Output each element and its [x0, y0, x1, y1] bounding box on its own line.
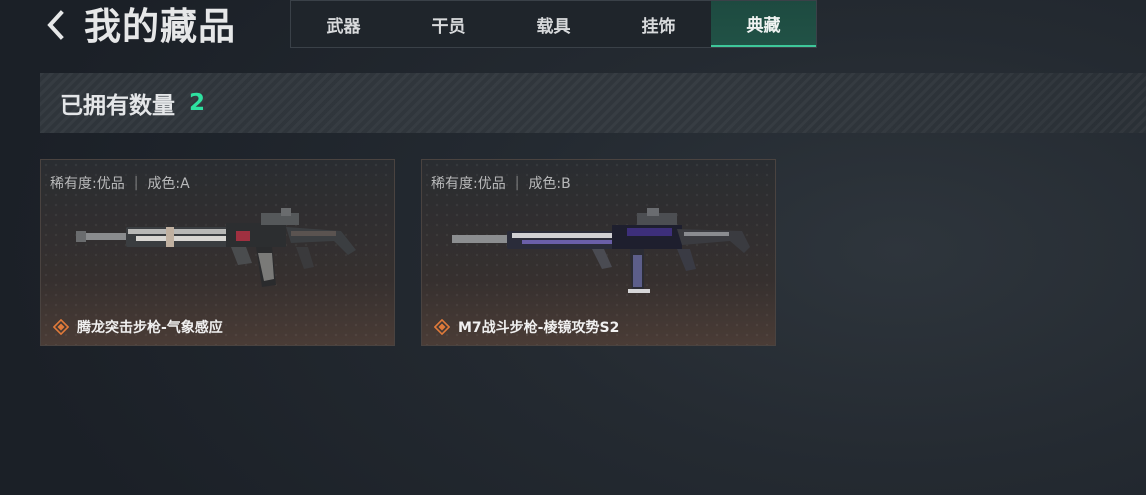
tab-charms[interactable]: 挂饰 — [606, 1, 711, 47]
tab-operators[interactable]: 干员 — [396, 1, 501, 47]
tab-vehicles[interactable]: 载具 — [501, 1, 606, 47]
category-tabs: 武器 干员 载具 挂饰 典藏 — [290, 0, 817, 48]
meta-divider: | — [514, 175, 520, 191]
tab-weapons[interactable]: 武器 — [291, 1, 396, 47]
back-button[interactable] — [40, 8, 72, 42]
item-name: 腾龙突击步枪-气象感应 — [77, 320, 223, 336]
item-name: M7战斗步枪-棱镜攻势S2 — [458, 320, 620, 336]
owned-count-bar: 已拥有数量 2 — [40, 73, 1146, 133]
condition-text: 成色:B — [528, 176, 571, 192]
diamond-rarity-icon — [53, 319, 69, 335]
meta-divider: | — [133, 175, 139, 191]
collection-card[interactable]: 稀有度:优品 | 成色:A 腾龙突击步枪-气象感应 — [40, 159, 395, 346]
diamond-rarity-icon — [434, 319, 450, 335]
card-name: M7战斗步枪-棱镜攻势S2 — [434, 317, 619, 337]
tab-collection[interactable]: 典藏 — [711, 1, 816, 47]
owned-count-value: 2 — [189, 90, 206, 116]
chevron-left-icon — [47, 10, 64, 40]
owned-count-label: 已拥有数量 — [60, 93, 175, 119]
card-name: 腾龙突击步枪-气象感应 — [53, 317, 223, 337]
rarity-text: 稀有度:优品 — [431, 176, 506, 192]
rarity-text: 稀有度:优品 — [50, 176, 125, 192]
rifle-image — [76, 208, 356, 287]
rifle-image — [452, 208, 750, 293]
card-meta: 稀有度:优品 | 成色:A — [50, 173, 190, 193]
card-meta: 稀有度:优品 | 成色:B — [431, 173, 571, 193]
collection-card[interactable]: 稀有度:优品 | 成色:B M7战斗步枪-棱镜攻势S2 — [421, 159, 776, 346]
condition-text: 成色:A — [147, 176, 190, 192]
page-title: 我的藏品 — [84, 5, 236, 48]
